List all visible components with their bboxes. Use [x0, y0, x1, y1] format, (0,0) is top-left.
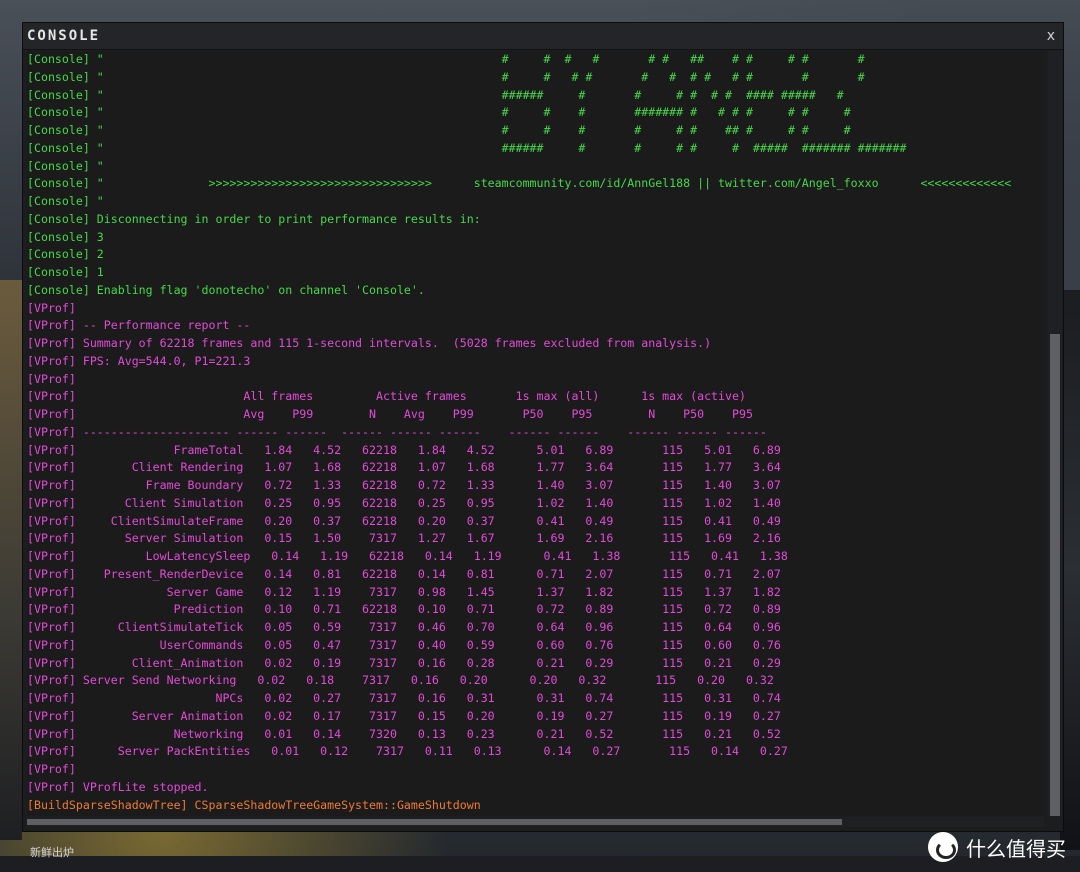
console-line: [VProf] UserCommands 0.05 0.47 7317 0.40…: [27, 637, 781, 652]
horizontal-scrollbar[interactable]: [27, 817, 1044, 827]
console-output[interactable]: [Console] " # # # # # # ## # # # # # [Con…: [27, 51, 1044, 816]
vertical-scrollbar[interactable]: [1048, 51, 1062, 816]
console-line: [VProf] Prediction 0.10 0.71 62218 0.10 …: [27, 602, 781, 617]
console-line: [Console] Disconnecting in order to prin…: [27, 211, 481, 226]
console-line: [VProf] Avg P99 N Avg P99 P50 P95 N P50 …: [27, 407, 753, 421]
console-line: [VProf] Present_RenderDevice 0.14 0.81 6…: [27, 566, 781, 581]
console-line: [Console] Enabling flag 'donotecho' on c…: [27, 282, 425, 297]
console-line: [Console] ": [27, 158, 104, 173]
background-tag: 新鲜出炉: [30, 847, 74, 859]
console-line: [Console] " # # # # # # # # # # # #: [27, 69, 865, 84]
console-line: [VProf]: [27, 300, 76, 315]
console-line: [VProf] FrameTotal 1.84 4.52 62218 1.84 …: [27, 442, 781, 457]
console-line: [VProf] Client Rendering 1.07 1.68 62218…: [27, 460, 781, 475]
console-line: [Console] ": [27, 194, 104, 208]
console-titlebar[interactable]: CONSOLE x: [23, 23, 1063, 50]
console-line: [VProf]: [27, 762, 76, 776]
console-line: [VProf] Server Send Networking 0.02 0.18…: [27, 673, 774, 688]
console-line: [BuildSparseShadowTree] CSparseShadowTre…: [27, 797, 481, 812]
console-line: [VProf] Server Simulation 0.15 1.50 7317…: [27, 531, 781, 546]
console-line: [VProf] --------------------- ------ ---…: [27, 424, 767, 439]
console-line: [VProf] Server Game 0.12 1.19 7317 0.98 …: [27, 584, 781, 599]
console-line: [VProf] NPCs 0.02 0.27 7317 0.16 0.31 0.…: [27, 691, 781, 705]
console-line: [VProf] Server Animation 0.02 0.17 7317 …: [27, 708, 781, 723]
vertical-scrollbar-thumb[interactable]: [1050, 334, 1060, 816]
horizontal-scrollbar-thumb[interactable]: [27, 819, 842, 825]
console-line: [Console] " ###### # # # # # ##### #####…: [27, 140, 907, 155]
watermark-text: 什么值得买: [966, 836, 1066, 861]
console-line: [VProf] ClientSimulateFrame 0.20 0.37 62…: [27, 513, 781, 528]
console-line: [Console] " # # # ####### # # # # # # #: [27, 105, 851, 120]
console-line: [Console] 3: [27, 229, 104, 244]
watermark: 什么值得买: [928, 832, 1066, 862]
console-line: [VProf] FPS: Avg=544.0, P1=221.3: [27, 353, 251, 368]
watermark-logo-icon: [928, 832, 958, 862]
background-left-edge: [0, 280, 22, 840]
console-line: [Console] 2: [27, 247, 104, 262]
console-line: [VProf] Server PackEntities 0.01 0.12 73…: [27, 744, 788, 759]
console-line: [VProf] VProfLite stopped.: [27, 779, 209, 794]
console-line: [VProf] Networking 0.01 0.14 7320 0.13 0…: [27, 726, 781, 741]
console-line: [VProf] All frames Active frames 1s max …: [27, 389, 746, 404]
close-button[interactable]: x: [1047, 28, 1055, 44]
console-line: [VProf] -- Performance report --: [27, 318, 251, 333]
console-line: [Console] " # # # # # # ## # # # # #: [27, 52, 865, 66]
console-line: [Console] " >>>>>>>>>>>>>>>>>>>>>>>>>>>>…: [27, 176, 1012, 191]
console-line: [VProf] Client_Animation 0.02 0.19 7317 …: [27, 655, 781, 670]
background-bottom-bar: [0, 856, 1080, 872]
console-window: CONSOLE x [Console] " # # # # # # ## # #…: [22, 22, 1064, 832]
console-line: [VProf]: [27, 371, 76, 386]
console-title: CONSOLE: [27, 28, 101, 44]
console-line: [Console] " ###### # # # # # # #### ####…: [27, 87, 844, 102]
console-line: [VProf] Frame Boundary 0.72 1.33 62218 0…: [27, 478, 781, 492]
console-line: [VProf] Client Simulation 0.25 0.95 6221…: [27, 495, 781, 510]
console-line: [VProf] ClientSimulateTick 0.05 0.59 731…: [27, 620, 781, 634]
console-line: [Console] " # # # # # # ## # # # #: [27, 123, 851, 137]
console-line: [Console] 1: [27, 265, 104, 279]
console-line: [VProf] LowLatencySleep 0.14 1.19 62218 …: [27, 549, 788, 563]
console-line: [VProf] Summary of 62218 frames and 115 …: [27, 336, 712, 350]
